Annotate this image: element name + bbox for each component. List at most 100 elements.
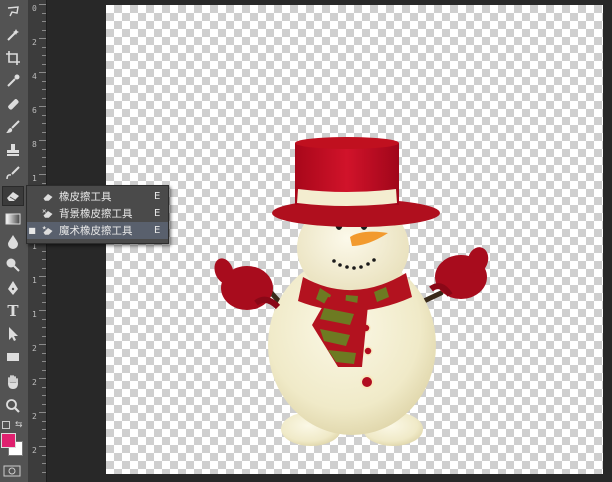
crop-tool[interactable] (2, 48, 24, 68)
zoom-icon (6, 399, 20, 413)
path-select-tool[interactable] (2, 324, 24, 344)
ruler-tick (42, 21, 46, 22)
ruler-tick (42, 12, 46, 14)
eyedropper-tool[interactable] (2, 71, 24, 91)
dodge-icon (6, 258, 20, 272)
ruler-tick (42, 301, 46, 303)
button-3 (360, 375, 374, 389)
ruler-tick (42, 463, 46, 464)
ruler-tick (42, 386, 46, 388)
ruler-tick (42, 327, 46, 328)
brush-tool[interactable] (2, 117, 24, 137)
tools-panel: T ⇆ (0, 0, 29, 482)
ruler-tick (42, 267, 46, 269)
blur-tool[interactable] (2, 232, 24, 252)
drop-icon (8, 235, 18, 249)
magic-wand-icon (7, 29, 19, 41)
history-brush-tool[interactable] (2, 163, 24, 183)
gradient-icon (5, 213, 21, 225)
ruler-tick (42, 352, 46, 354)
flyout-item-shortcut: E (154, 208, 161, 219)
ruler-tick (42, 471, 46, 473)
ruler-tick (42, 148, 46, 150)
ruler-label: 2 (32, 412, 37, 421)
ruler-tick (39, 344, 46, 345)
ruler-tick (39, 38, 46, 39)
ruler-tick (42, 131, 46, 133)
ruler-tick (39, 310, 46, 311)
ruler-label: 1 (32, 276, 37, 285)
healing-tool[interactable] (2, 94, 24, 114)
history-brush-icon (6, 166, 20, 180)
ruler-label: 1 (32, 174, 37, 183)
flyout-item-background-eraser[interactable]: 背景橡皮擦工具 E (27, 205, 168, 222)
ruler-tick (42, 114, 46, 116)
bandage-icon (8, 99, 19, 110)
eraser-icon (37, 190, 59, 204)
brush-icon (6, 120, 20, 133)
crop-icon (6, 51, 20, 65)
ruler-tick (39, 4, 46, 5)
background-eraser-icon (37, 207, 59, 221)
ruler-label: 2 (32, 378, 37, 387)
quick-mask-icon[interactable] (3, 465, 21, 477)
ruler-tick (39, 446, 46, 447)
ruler-tick (39, 174, 46, 175)
ruler-tick (42, 182, 46, 184)
ruler-tick (42, 284, 46, 286)
swap-colors-icon[interactable]: ⇆ (15, 420, 23, 430)
ruler-tick (42, 80, 46, 82)
quick-select-tool[interactable] (2, 25, 24, 45)
ruler-tick (42, 437, 46, 439)
zoom-tool[interactable] (2, 396, 24, 416)
ruler-tick (42, 157, 46, 158)
snowman-illustration (214, 137, 489, 446)
flyout-item-label: 魔术橡皮擦工具 (59, 225, 133, 237)
ruler-tick (42, 293, 46, 294)
hand-tool[interactable] (2, 372, 24, 392)
ruler-tick (42, 46, 46, 48)
ruler-tick (42, 63, 46, 65)
right-arm-stick (421, 290, 444, 304)
rectangle-icon (7, 353, 19, 361)
ruler-tick (42, 335, 46, 337)
ruler-tick (42, 395, 46, 396)
gradient-tool[interactable] (2, 209, 24, 229)
lasso-icon (7, 6, 19, 17)
ruler-tick (42, 403, 46, 405)
ruler-tick (42, 318, 46, 320)
ruler-label: 2 (32, 38, 37, 47)
eraser-icon (7, 192, 19, 201)
reset-colors-icon[interactable] (2, 421, 10, 429)
ruler-tick (39, 412, 46, 413)
ruler-tick (39, 106, 46, 107)
dodge-tool[interactable] (2, 255, 24, 275)
ruler-label: 6 (32, 106, 37, 115)
ruler-label: 2 (32, 446, 37, 455)
pen-tool[interactable] (2, 278, 24, 298)
shape-tool[interactable] (2, 347, 24, 367)
arrow-icon (9, 327, 18, 341)
ruler-tick (42, 454, 46, 456)
stamp-tool[interactable] (2, 140, 24, 160)
ruler-tick (42, 420, 46, 422)
document-canvas[interactable] (106, 5, 603, 474)
lasso-tool[interactable] (2, 2, 24, 22)
ruler-tick (39, 140, 46, 141)
flyout-item-eraser[interactable]: 橡皮擦工具 E (27, 188, 168, 205)
pen-icon (8, 281, 18, 295)
selected-bullet-icon: ■ (28, 226, 36, 235)
magic-eraser-icon (37, 224, 59, 238)
button-2 (363, 346, 373, 356)
eraser-tool[interactable] (2, 186, 24, 206)
ruler-tick (42, 97, 46, 99)
ruler-tick (42, 250, 46, 252)
ruler-label: 1 (32, 310, 37, 319)
flyout-item-magic-eraser[interactable]: ■ 魔术橡皮擦工具 E (27, 222, 168, 239)
ruler-tick (39, 378, 46, 379)
type-tool[interactable]: T (2, 301, 24, 321)
foreground-color-swatch[interactable] (1, 433, 16, 448)
ruler-tick (42, 55, 46, 56)
ruler-tick (39, 276, 46, 277)
ruler-tick (42, 89, 46, 90)
